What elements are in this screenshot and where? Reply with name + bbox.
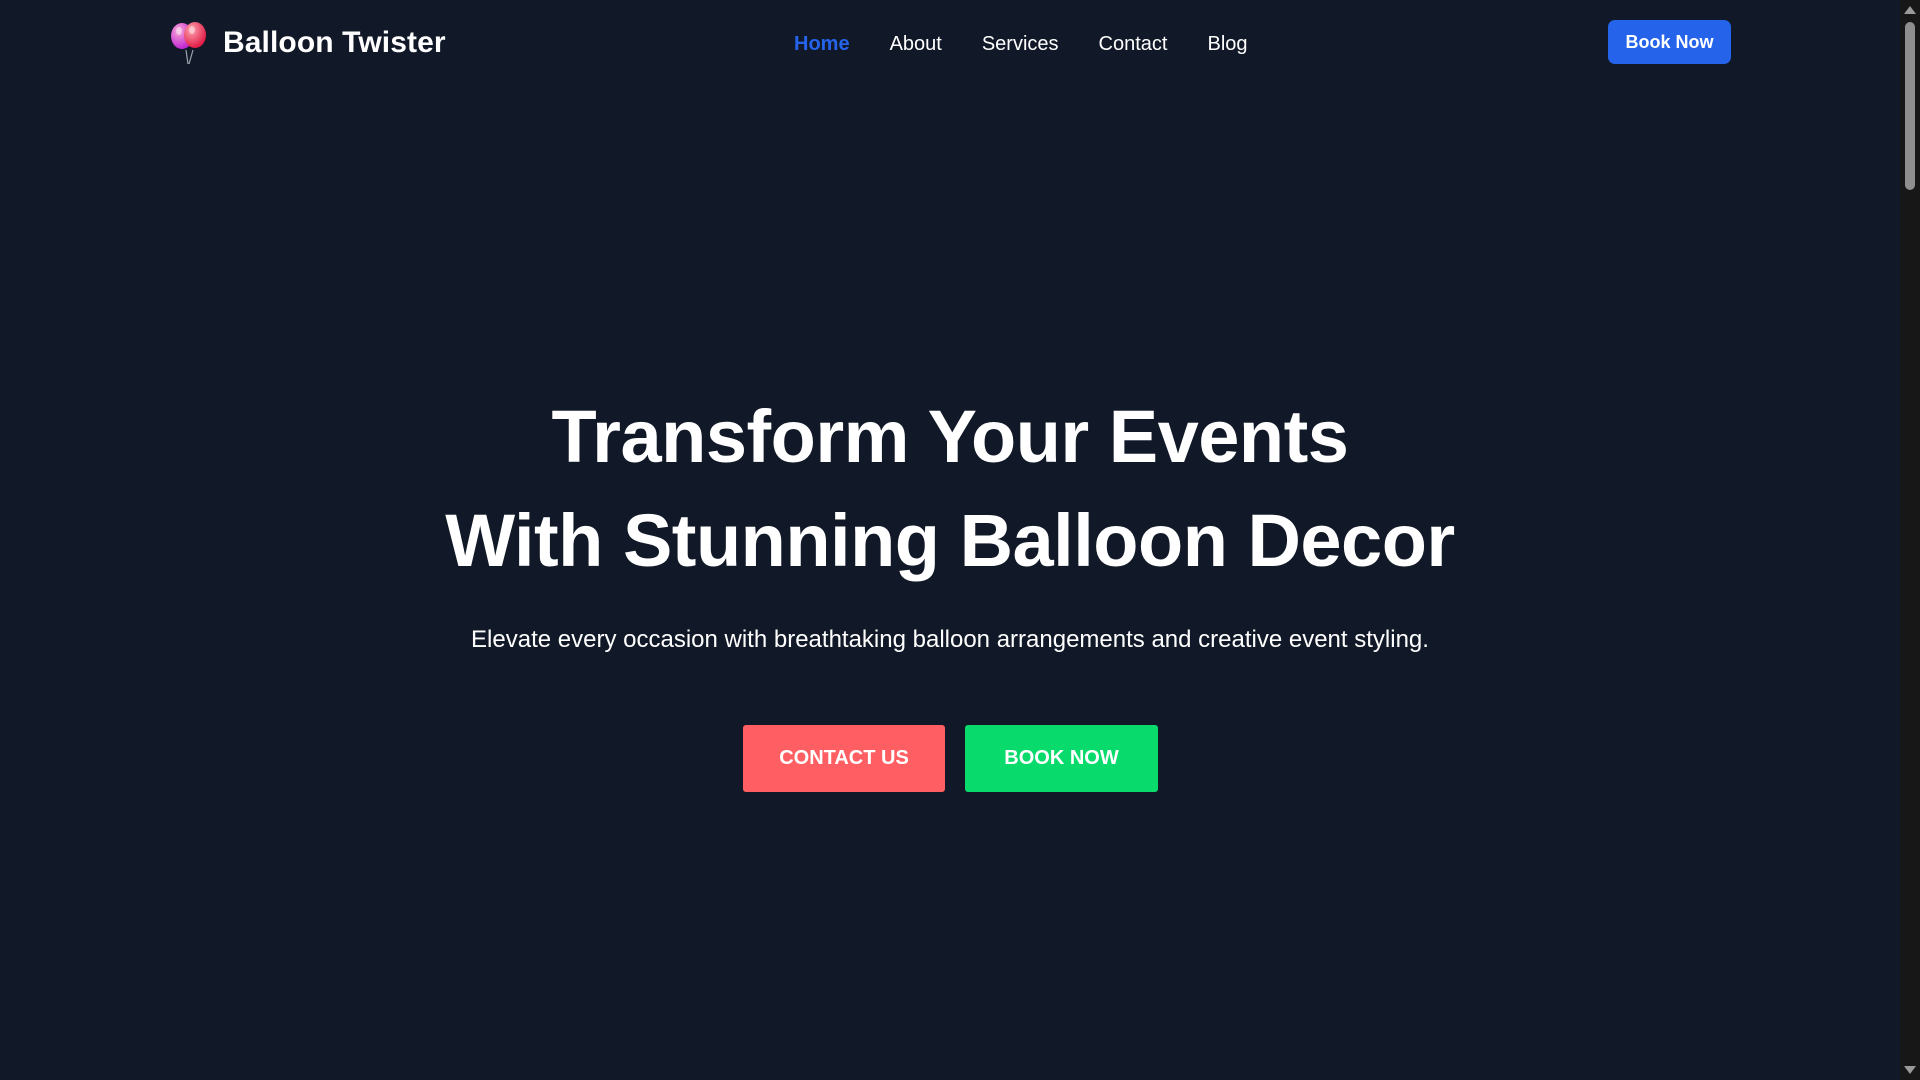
page: Balloon Twister Home About Services Cont… [0,0,1920,1080]
hero-title: Transform Your Events With Stunning Ball… [0,385,1900,593]
contact-us-button[interactable]: CONTACT US [743,725,945,792]
hero-section: Transform Your Events With Stunning Ball… [0,0,1900,1080]
vertical-scrollbar[interactable] [1900,0,1920,1080]
scrollbar-thumb[interactable] [1905,22,1915,190]
hero-title-line-1: Transform Your Events [551,395,1349,478]
hero-buttons: CONTACT US BOOK NOW [743,725,1158,792]
hero-title-line-2: With Stunning Balloon Decor [445,499,1455,582]
scroll-down-arrow-icon[interactable] [1904,1066,1916,1074]
scroll-up-arrow-icon[interactable] [1904,6,1916,14]
hero-subtitle: Elevate every occasion with breathtaking… [471,626,1429,653]
book-now-button[interactable]: BOOK NOW [965,725,1158,792]
